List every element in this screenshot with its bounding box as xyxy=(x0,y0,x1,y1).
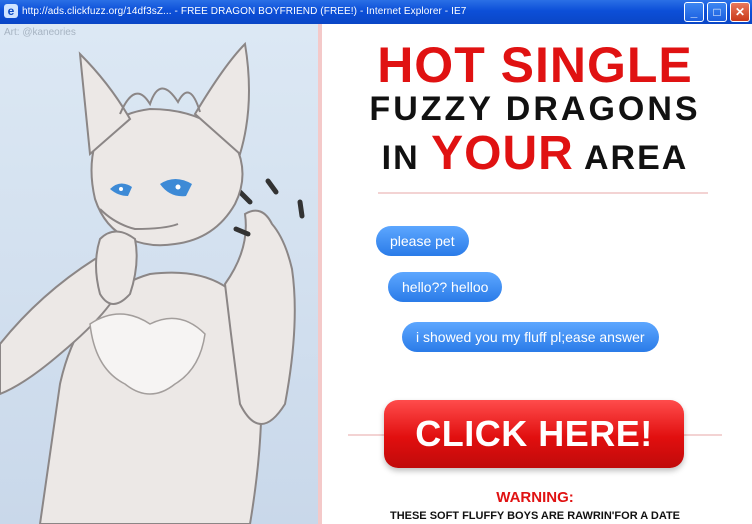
ad-artwork: Art: @kaneories xyxy=(0,24,318,524)
headline-suffix: AREA xyxy=(583,139,689,177)
artist-credit: Art: @kaneories xyxy=(4,27,76,38)
window-titlebar[interactable]: e http://ads.clickfuzz.org/14df3sZ... - … xyxy=(0,0,752,24)
chat-bubble: hello?? helloo xyxy=(388,272,503,302)
headline-line-3: IN YOUR AREA xyxy=(318,126,752,181)
headline-prefix: IN xyxy=(381,139,420,177)
headline-line-1: HOT SINGLE xyxy=(377,37,693,93)
headline-emphasis: YOUR xyxy=(431,127,574,180)
warning-text: THESE SOFT FLUFFY BOYS ARE RAWRIN'FOR A … xyxy=(389,510,681,522)
fluffy-dragon-illustration xyxy=(0,24,318,524)
chat-bubble: please pet xyxy=(376,226,469,256)
headline-divider xyxy=(378,192,708,194)
panel-separator xyxy=(318,24,322,524)
maximize-button[interactable]: □ xyxy=(707,2,727,22)
window-title: http://ads.clickfuzz.org/14df3sZ... - FR… xyxy=(22,6,467,17)
headline-line-2: FUZZY DRAGONS xyxy=(369,90,701,128)
chat-bubble: i showed you my fluff pl;ease answer xyxy=(402,322,659,352)
minimize-button[interactable]: _ xyxy=(684,2,704,22)
close-button[interactable]: ✕ xyxy=(730,2,750,22)
internet-explorer-icon: e xyxy=(4,4,18,18)
click-here-button[interactable]: CLICK HERE! xyxy=(384,400,684,468)
warning-title: WARNING: xyxy=(496,489,574,506)
ad-panel: HOT SINGLE FUZZY DRAGONS IN YOUR AREA pl… xyxy=(318,24,752,524)
